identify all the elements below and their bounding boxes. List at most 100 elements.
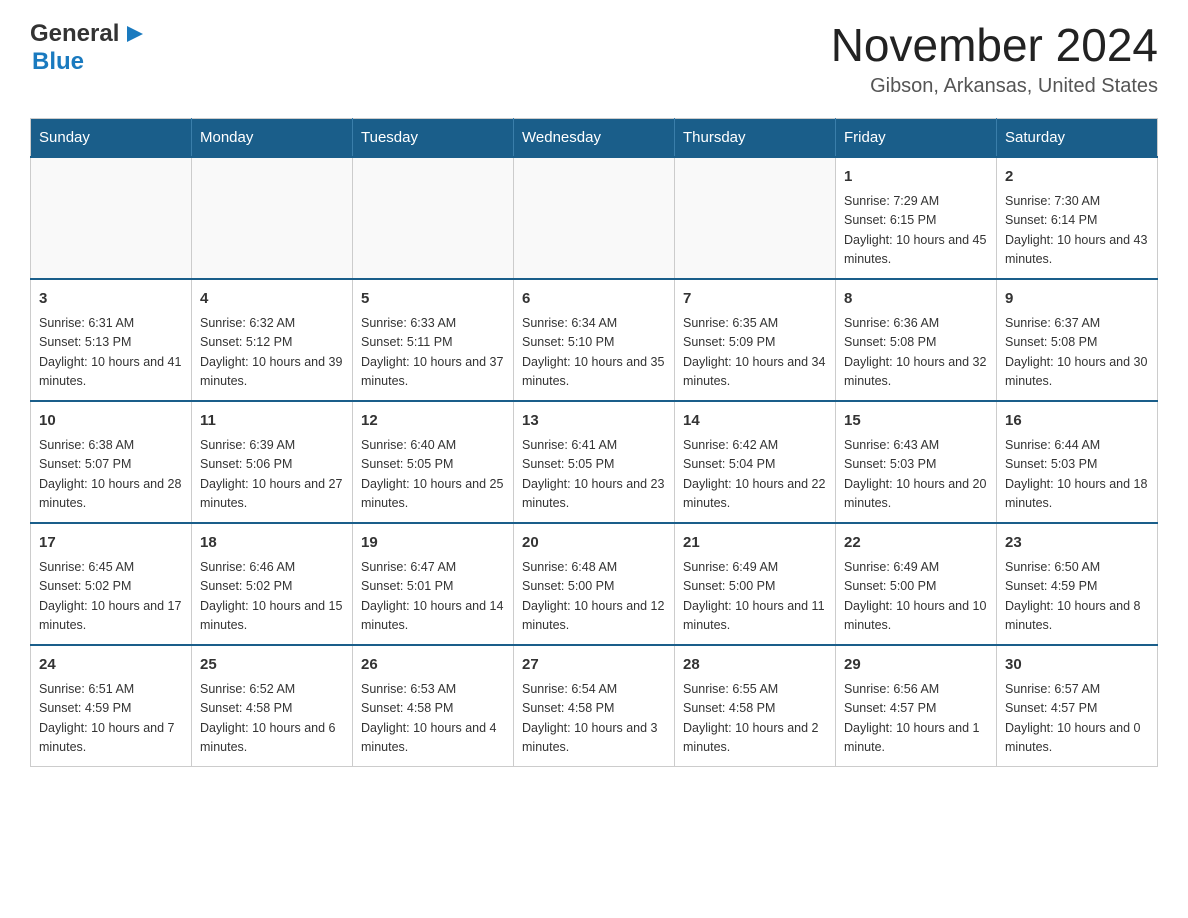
day-info: Sunrise: 6:57 AM Sunset: 4:57 PM Dayligh… [1005, 680, 1149, 758]
calendar-cell: 3Sunrise: 6:31 AM Sunset: 5:13 PM Daylig… [31, 279, 192, 401]
calendar-cell: 9 Sunrise: 6:37 AM Sunset: 5:08 PM Daylig… [997, 279, 1158, 401]
logo-blue-text: Blue [32, 48, 84, 76]
day-info: Sunrise: 6:56 AM Sunset: 4:57 PM Dayligh… [844, 680, 988, 758]
day-info: Sunrise: 6:45 AM Sunset: 5:02 PM Dayligh… [39, 558, 183, 636]
day-number: 20 [522, 532, 666, 555]
day-number: 2 [1005, 166, 1149, 189]
calendar-cell: 22Sunrise: 6:49 AM Sunset: 5:00 PM Dayli… [836, 523, 997, 645]
calendar-cell [353, 157, 514, 279]
calendar-week-row: 3Sunrise: 6:31 AM Sunset: 5:13 PM Daylig… [31, 279, 1158, 401]
weekday-header-friday: Friday [836, 118, 997, 157]
day-number: 25 [200, 654, 344, 677]
calendar-cell [192, 157, 353, 279]
calendar-cell: 28Sunrise: 6:55 AM Sunset: 4:58 PM Dayli… [675, 645, 836, 767]
weekday-header-sunday: Sunday [31, 118, 192, 157]
calendar-cell: 14 Sunrise: 6:42 AM Sunset: 5:04 PM Dayli… [675, 401, 836, 523]
day-info: Sunrise: 6:47 AM Sunset: 5:01 PM Dayligh… [361, 558, 505, 636]
day-info: Sunrise: 7:30 AM Sunset: 6:14 PM Dayligh… [1005, 192, 1149, 270]
calendar-week-row: 24Sunrise: 6:51 AM Sunset: 4:59 PM Dayli… [31, 645, 1158, 767]
calendar-body: 1 Sunrise: 7:29 AM Sunset: 6:15 PM Daylig… [31, 157, 1158, 767]
page-header: General Blue November 2024 Gibson, Arkan… [30, 20, 1158, 98]
day-number: 14 [683, 410, 827, 433]
day-number: 30 [1005, 654, 1149, 677]
weekday-header-monday: Monday [192, 118, 353, 157]
calendar-title: November 2024 [831, 20, 1158, 71]
calendar-cell [31, 157, 192, 279]
weekday-header-row: SundayMondayTuesdayWednesdayThursdayFrid… [31, 118, 1158, 157]
calendar-cell: 6Sunrise: 6:34 AM Sunset: 5:10 PM Daylig… [514, 279, 675, 401]
calendar-cell: 4 Sunrise: 6:32 AM Sunset: 5:12 PM Daylig… [192, 279, 353, 401]
day-number: 21 [683, 532, 827, 555]
calendar-cell: 5 Sunrise: 6:33 AM Sunset: 5:11 PM Daylig… [353, 279, 514, 401]
day-info: Sunrise: 6:52 AM Sunset: 4:58 PM Dayligh… [200, 680, 344, 758]
calendar-cell: 13Sunrise: 6:41 AM Sunset: 5:05 PM Dayli… [514, 401, 675, 523]
calendar-cell: 18Sunrise: 6:46 AM Sunset: 5:02 PM Dayli… [192, 523, 353, 645]
calendar-cell: 29 Sunrise: 6:56 AM Sunset: 4:57 PM Dayli… [836, 645, 997, 767]
calendar-cell: 19 Sunrise: 6:47 AM Sunset: 5:01 PM Dayli… [353, 523, 514, 645]
logo-general-text: General [30, 20, 119, 48]
day-info: Sunrise: 6:33 AM Sunset: 5:11 PM Dayligh… [361, 314, 505, 392]
day-info: Sunrise: 6:50 AM Sunset: 4:59 PM Dayligh… [1005, 558, 1149, 636]
calendar-cell: 20 Sunrise: 6:48 AM Sunset: 5:00 PM Dayli… [514, 523, 675, 645]
day-info: Sunrise: 6:36 AM Sunset: 5:08 PM Dayligh… [844, 314, 988, 392]
weekday-header-tuesday: Tuesday [353, 118, 514, 157]
calendar-header: SundayMondayTuesdayWednesdayThursdayFrid… [31, 118, 1158, 157]
calendar-cell: 23 Sunrise: 6:50 AM Sunset: 4:59 PM Dayli… [997, 523, 1158, 645]
day-info: Sunrise: 6:38 AM Sunset: 5:07 PM Dayligh… [39, 436, 183, 514]
day-number: 12 [361, 410, 505, 433]
calendar-cell: 7 Sunrise: 6:35 AM Sunset: 5:09 PM Daylig… [675, 279, 836, 401]
calendar-cell: 25 Sunrise: 6:52 AM Sunset: 4:58 PM Dayli… [192, 645, 353, 767]
day-number: 8 [844, 288, 988, 311]
day-number: 17 [39, 532, 183, 555]
day-number: 4 [200, 288, 344, 311]
day-number: 1 [844, 166, 988, 189]
day-info: Sunrise: 6:51 AM Sunset: 4:59 PM Dayligh… [39, 680, 183, 758]
calendar-cell: 27 Sunrise: 6:54 AM Sunset: 4:58 PM Dayli… [514, 645, 675, 767]
day-info: Sunrise: 7:29 AM Sunset: 6:15 PM Dayligh… [844, 192, 988, 270]
calendar-cell: 17 Sunrise: 6:45 AM Sunset: 5:02 PM Dayli… [31, 523, 192, 645]
calendar-cell: 10Sunrise: 6:38 AM Sunset: 5:07 PM Dayli… [31, 401, 192, 523]
calendar-cell: 16Sunrise: 6:44 AM Sunset: 5:03 PM Dayli… [997, 401, 1158, 523]
day-info: Sunrise: 6:49 AM Sunset: 5:00 PM Dayligh… [844, 558, 988, 636]
day-number: 3 [39, 288, 183, 311]
day-info: Sunrise: 6:54 AM Sunset: 4:58 PM Dayligh… [522, 680, 666, 758]
day-info: Sunrise: 6:46 AM Sunset: 5:02 PM Dayligh… [200, 558, 344, 636]
calendar-cell [514, 157, 675, 279]
day-info: Sunrise: 6:40 AM Sunset: 5:05 PM Dayligh… [361, 436, 505, 514]
day-info: Sunrise: 6:37 AM Sunset: 5:08 PM Dayligh… [1005, 314, 1149, 392]
day-number: 5 [361, 288, 505, 311]
day-info: Sunrise: 6:35 AM Sunset: 5:09 PM Dayligh… [683, 314, 827, 392]
day-number: 23 [1005, 532, 1149, 555]
day-number: 29 [844, 654, 988, 677]
day-number: 27 [522, 654, 666, 677]
weekday-header-saturday: Saturday [997, 118, 1158, 157]
day-number: 19 [361, 532, 505, 555]
calendar-cell: 2 Sunrise: 7:30 AM Sunset: 6:14 PM Daylig… [997, 157, 1158, 279]
weekday-header-wednesday: Wednesday [514, 118, 675, 157]
calendar-cell: 15Sunrise: 6:43 AM Sunset: 5:03 PM Dayli… [836, 401, 997, 523]
calendar-week-row: 17 Sunrise: 6:45 AM Sunset: 5:02 PM Dayli… [31, 523, 1158, 645]
calendar-week-row: 10Sunrise: 6:38 AM Sunset: 5:07 PM Dayli… [31, 401, 1158, 523]
calendar-cell: 8 Sunrise: 6:36 AM Sunset: 5:08 PM Daylig… [836, 279, 997, 401]
day-number: 9 [1005, 288, 1149, 311]
location-subtitle: Gibson, Arkansas, United States [831, 75, 1158, 98]
day-number: 13 [522, 410, 666, 433]
calendar-week-row: 1 Sunrise: 7:29 AM Sunset: 6:15 PM Daylig… [31, 157, 1158, 279]
title-section: November 2024 Gibson, Arkansas, United S… [831, 20, 1158, 98]
calendar-cell [675, 157, 836, 279]
logo: General Blue [30, 20, 143, 76]
calendar-cell: 21Sunrise: 6:49 AM Sunset: 5:00 PM Dayli… [675, 523, 836, 645]
day-number: 26 [361, 654, 505, 677]
day-info: Sunrise: 6:32 AM Sunset: 5:12 PM Dayligh… [200, 314, 344, 392]
calendar-cell: 26Sunrise: 6:53 AM Sunset: 4:58 PM Dayli… [353, 645, 514, 767]
day-info: Sunrise: 6:48 AM Sunset: 5:00 PM Dayligh… [522, 558, 666, 636]
day-number: 16 [1005, 410, 1149, 433]
logo-triangle-icon [121, 26, 143, 44]
day-info: Sunrise: 6:42 AM Sunset: 5:04 PM Dayligh… [683, 436, 827, 514]
day-info: Sunrise: 6:34 AM Sunset: 5:10 PM Dayligh… [522, 314, 666, 392]
calendar-table: SundayMondayTuesdayWednesdayThursdayFrid… [30, 118, 1158, 767]
weekday-header-thursday: Thursday [675, 118, 836, 157]
day-number: 15 [844, 410, 988, 433]
day-number: 7 [683, 288, 827, 311]
calendar-cell: 11Sunrise: 6:39 AM Sunset: 5:06 PM Dayli… [192, 401, 353, 523]
